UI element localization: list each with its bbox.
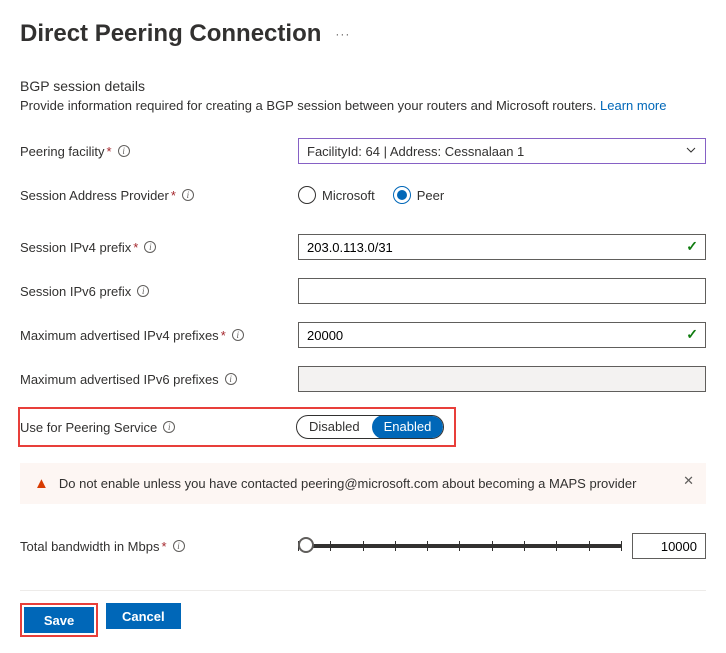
required-indicator: * [133, 240, 138, 255]
required-indicator: * [161, 539, 166, 554]
slider-thumb[interactable] [298, 537, 314, 553]
required-indicator: * [107, 144, 112, 159]
radio-circle-selected-icon [393, 186, 411, 204]
required-indicator: * [171, 188, 176, 203]
info-icon[interactable]: i [173, 540, 185, 552]
section-heading: BGP session details [20, 78, 706, 94]
max-ipv4-label: Maximum advertised IPv4 prefixes [20, 328, 219, 343]
session-address-provider-label: Session Address Provider [20, 188, 169, 203]
radio-microsoft-label: Microsoft [322, 188, 375, 203]
section-subtitle: Provide information required for creatin… [20, 98, 706, 113]
warning-text: Do not enable unless you have contacted … [59, 476, 637, 491]
chevron-down-icon [685, 144, 697, 159]
checkmark-icon: ✓ [686, 238, 698, 255]
info-icon[interactable]: i [118, 145, 130, 157]
checkmark-icon: ✓ [686, 326, 698, 343]
radio-circle-icon [298, 186, 316, 204]
page-title: Direct Peering Connection [20, 20, 321, 48]
peering-service-toggle[interactable]: Disabled Enabled [296, 415, 444, 439]
info-icon[interactable]: i [137, 285, 149, 297]
save-highlight: Save [20, 603, 98, 637]
info-icon[interactable]: i [144, 241, 156, 253]
ipv6-prefix-input[interactable] [298, 278, 706, 304]
peering-facility-value: FacilityId: 64 | Address: Cessnalaan 1 [307, 144, 524, 159]
peering-service-label: Use for Peering Service [20, 420, 157, 435]
close-icon[interactable]: ✕ [683, 473, 694, 489]
required-indicator: * [221, 328, 226, 343]
ipv4-prefix-label: Session IPv4 prefix [20, 240, 131, 255]
save-button[interactable]: Save [24, 607, 94, 633]
peering-service-highlight: Use for Peering Service i Disabled Enabl… [18, 407, 456, 447]
warning-banner: ▲ Do not enable unless you have contacte… [20, 463, 706, 504]
max-ipv6-input [298, 366, 706, 392]
cancel-button[interactable]: Cancel [106, 603, 181, 629]
max-ipv6-label: Maximum advertised IPv6 prefixes [20, 372, 219, 387]
bandwidth-label: Total bandwidth in Mbps [20, 539, 159, 554]
radio-peer-label: Peer [417, 188, 444, 203]
ipv6-prefix-label: Session IPv6 prefix [20, 284, 131, 299]
radio-peer[interactable]: Peer [393, 186, 444, 204]
more-menu-icon[interactable]: ··· [335, 27, 350, 41]
info-icon[interactable]: i [232, 329, 244, 341]
peering-facility-label: Peering facility [20, 144, 105, 159]
info-icon[interactable]: i [225, 373, 237, 385]
toggle-disabled-seg[interactable]: Disabled [297, 415, 372, 439]
radio-microsoft[interactable]: Microsoft [298, 186, 375, 204]
bandwidth-value-input[interactable] [632, 533, 706, 559]
toggle-enabled-seg[interactable]: Enabled [372, 415, 444, 439]
info-icon[interactable]: i [182, 189, 194, 201]
bandwidth-slider[interactable] [298, 544, 622, 548]
warning-icon: ▲ [34, 475, 49, 492]
max-ipv4-input[interactable] [298, 322, 706, 348]
info-icon[interactable]: i [163, 421, 175, 433]
ipv4-prefix-input[interactable] [298, 234, 706, 260]
learn-more-link[interactable]: Learn more [600, 98, 666, 113]
section-subtitle-text: Provide information required for creatin… [20, 98, 596, 113]
peering-facility-select[interactable]: FacilityId: 64 | Address: Cessnalaan 1 [298, 138, 706, 164]
